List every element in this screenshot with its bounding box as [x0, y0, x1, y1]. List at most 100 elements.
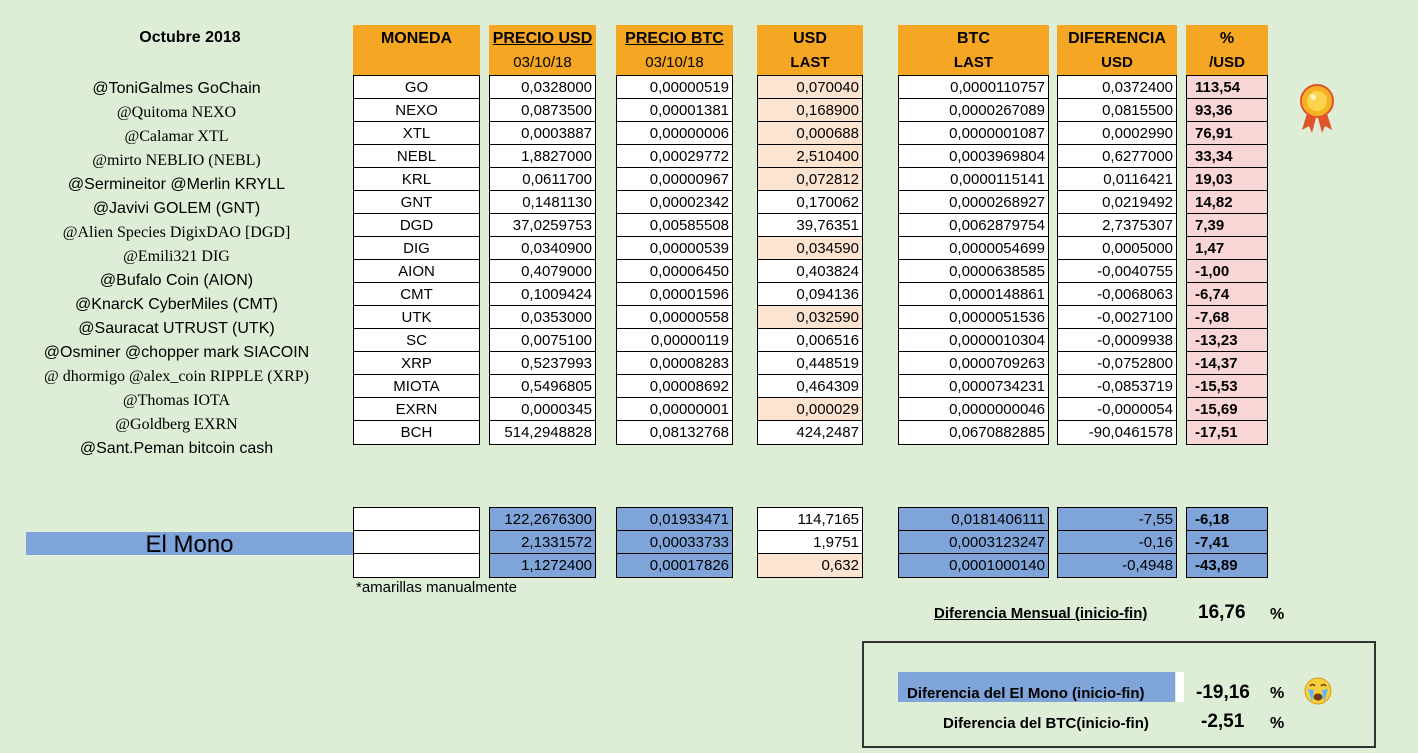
btc-last-cell: 0,0000638585 — [899, 260, 1048, 283]
btc-last-cell: 0,0062879754 — [899, 214, 1048, 237]
usd-last-cell: 0,000688 — [758, 122, 862, 145]
moneda-cell: NEBL — [354, 145, 479, 168]
summary-pct-cell: -7,41 — [1187, 531, 1267, 554]
summary-btc-last: 0,0181406111 0,0003123247 0,0001000140 — [898, 507, 1049, 578]
pct-cell: -15,53 — [1187, 375, 1267, 398]
diferencia-mono-unit: % — [1270, 685, 1285, 702]
precio-btc-cell: 0,00000119 — [617, 329, 732, 352]
summary-btc-last-cell: 0,0181406111 — [899, 508, 1048, 531]
usd-last-cell: 0,094136 — [758, 283, 862, 306]
precio-usd-cell: 0,5496805 — [490, 375, 595, 398]
summary-blank-cells — [353, 507, 480, 578]
diferencia-cell: -0,0009938 — [1058, 329, 1176, 352]
precio-usd-cell: 0,0873500 — [490, 99, 595, 122]
precio-btc-cell: 0,00008692 — [617, 375, 732, 398]
diferencia-cell: -0,0027100 — [1058, 306, 1176, 329]
precio-usd-cell: 0,0000345 — [490, 398, 595, 421]
participant-name: @mirto NEBLIO (NEBL) — [92, 152, 261, 169]
header-precio-btc: PRECIO BTC — [616, 25, 733, 50]
btc-last-cell: 0,0000010304 — [899, 329, 1048, 352]
diferencia-cell: 0,6277000 — [1058, 145, 1176, 168]
summary-usd-last-cell: 0,632 — [758, 554, 862, 577]
participant-name: @ dhormigo @alex_coin RIPPLE (XRP) — [43, 368, 309, 385]
diferencia-btc-unit: % — [1270, 715, 1285, 732]
moneda-cell: GO — [354, 76, 479, 99]
diferencia-mensual-label: Diferencia Mensual (inicio-fin) — [934, 605, 1148, 622]
pct-cell: 33,34 — [1187, 145, 1267, 168]
btc-last-cell: 0,0000267089 — [899, 99, 1048, 122]
header-pct: % — [1186, 25, 1268, 50]
usd-last-cell: 0,464309 — [758, 375, 862, 398]
summary-precio-btc-cell: 0,00033733 — [617, 531, 732, 554]
summary-blank-cell — [354, 531, 479, 554]
summary-blank-cell — [354, 554, 479, 577]
precio-btc-cell: 0,00008283 — [617, 352, 732, 375]
crying-face-icon — [1301, 676, 1335, 711]
pct-cell: 7,39 — [1187, 214, 1267, 237]
moneda-cell: KRL — [354, 168, 479, 191]
award-medal-icon — [1296, 82, 1338, 139]
btc-last-cell: 0,0000148861 — [899, 283, 1048, 306]
summary-precio-btc-cell: 0,00017826 — [617, 554, 732, 577]
usd-last-cell: 0,000029 — [758, 398, 862, 421]
header-moneda-sub — [353, 50, 480, 76]
precio-usd-cell: 0,0340900 — [490, 237, 595, 260]
diferencia-btc-value: -2,51 — [1201, 711, 1245, 732]
mono-diff-gap — [1176, 672, 1184, 702]
diferencia-cell: -90,0461578 — [1058, 421, 1176, 444]
moneda-cell: CMT — [354, 283, 479, 306]
summary-pct-cell: -6,18 — [1187, 508, 1267, 531]
btc-last-cell: 0,0000709263 — [899, 352, 1048, 375]
diferencia-cell: -0,0040755 — [1058, 260, 1176, 283]
precio-btc-cell: 0,00000967 — [617, 168, 732, 191]
precio-usd-cell: 0,5237993 — [490, 352, 595, 375]
precio-btc-cell: 0,00585508 — [617, 214, 732, 237]
usd-last-cell: 0,072812 — [758, 168, 862, 191]
diferencia-mensual-value: 16,76 — [1198, 602, 1246, 623]
diferencia-cell: -0,0853719 — [1058, 375, 1176, 398]
btc-last-cell: 0,0670882885 — [899, 421, 1048, 444]
usd-last-cell: 0,168900 — [758, 99, 862, 122]
participant-name: @Javivi GOLEM (GNT) — [92, 200, 261, 217]
column-precio-btc: PRECIO BTC 03/10/18 0,00000519 0,00001381… — [616, 25, 733, 445]
participant-name: @Osminer @chopper mark SIACOIN — [43, 344, 310, 361]
diferencia-btc-label: Diferencia del BTC(inicio-fin) — [943, 715, 1149, 732]
diferencia-cell: -0,0000054 — [1058, 398, 1176, 421]
sheet-title: Octubre 2018 — [139, 29, 241, 46]
summary-dif: -7,55 -0,16 -0,4948 — [1057, 507, 1177, 578]
pct-cell: 76,91 — [1187, 122, 1267, 145]
diferencia-mono-label: Diferencia del El Mono (inicio-fin) — [907, 685, 1145, 702]
summary-blank-cell — [354, 508, 479, 531]
summary-pct: -6,18 -7,41 -43,89 — [1186, 507, 1268, 578]
participant-name: @Quitoma NEXO — [116, 104, 237, 121]
precio-usd-cell: 37,0259753 — [490, 214, 595, 237]
usd-last-cell: 0,034590 — [758, 237, 862, 260]
usd-last-cell: 424,2487 — [758, 421, 862, 444]
precio-btc-cell: 0,00000006 — [617, 122, 732, 145]
pct-cell: 14,82 — [1187, 191, 1267, 214]
precio-btc-cell: 0,00006450 — [617, 260, 732, 283]
header-btc-sub: LAST — [898, 50, 1049, 76]
precio-btc-cell: 0,00000001 — [617, 398, 732, 421]
precio-usd-cell: 514,2948828 — [490, 421, 595, 444]
precio-usd-cell: 0,0353000 — [490, 306, 595, 329]
precio-usd-cell: 0,0075100 — [490, 329, 595, 352]
btc-last-cell: 0,0000115141 — [899, 168, 1048, 191]
btc-last-cell: 0,0003969804 — [899, 145, 1048, 168]
btc-last-cells: 0,0000110757 0,0000267089 0,0000001087 0,00… — [898, 76, 1049, 445]
column-btc-last: BTC LAST 0,0000110757 0,0000267089 0,00000… — [898, 25, 1049, 445]
pct-cell: 1,47 — [1187, 237, 1267, 260]
diferencia-mono-value: -19,16 — [1196, 682, 1250, 703]
summary-btc-last-cell: 0,0001000140 — [899, 554, 1048, 577]
header-usd: USD — [757, 25, 863, 50]
summary-dif-cell: -0,16 — [1058, 531, 1176, 554]
participant-name: @Goldberg EXRN — [115, 416, 238, 433]
participant-names: @ToniGalmes GoChain @Quitoma NEXO @Calamar… — [0, 77, 353, 461]
summary-usd-last: 114,7165 1,9751 0,632 — [757, 507, 863, 578]
summary-usd-last-cell: 1,9751 — [758, 531, 862, 554]
header-diferencia-sub: USD — [1057, 50, 1177, 76]
diferencia-cell: 0,0815500 — [1058, 99, 1176, 122]
diferencia-cell: 0,0116421 — [1058, 168, 1176, 191]
summary-dif-cells: -7,55 -0,16 -0,4948 — [1057, 507, 1177, 578]
precio-btc-cell: 0,00029772 — [617, 145, 732, 168]
